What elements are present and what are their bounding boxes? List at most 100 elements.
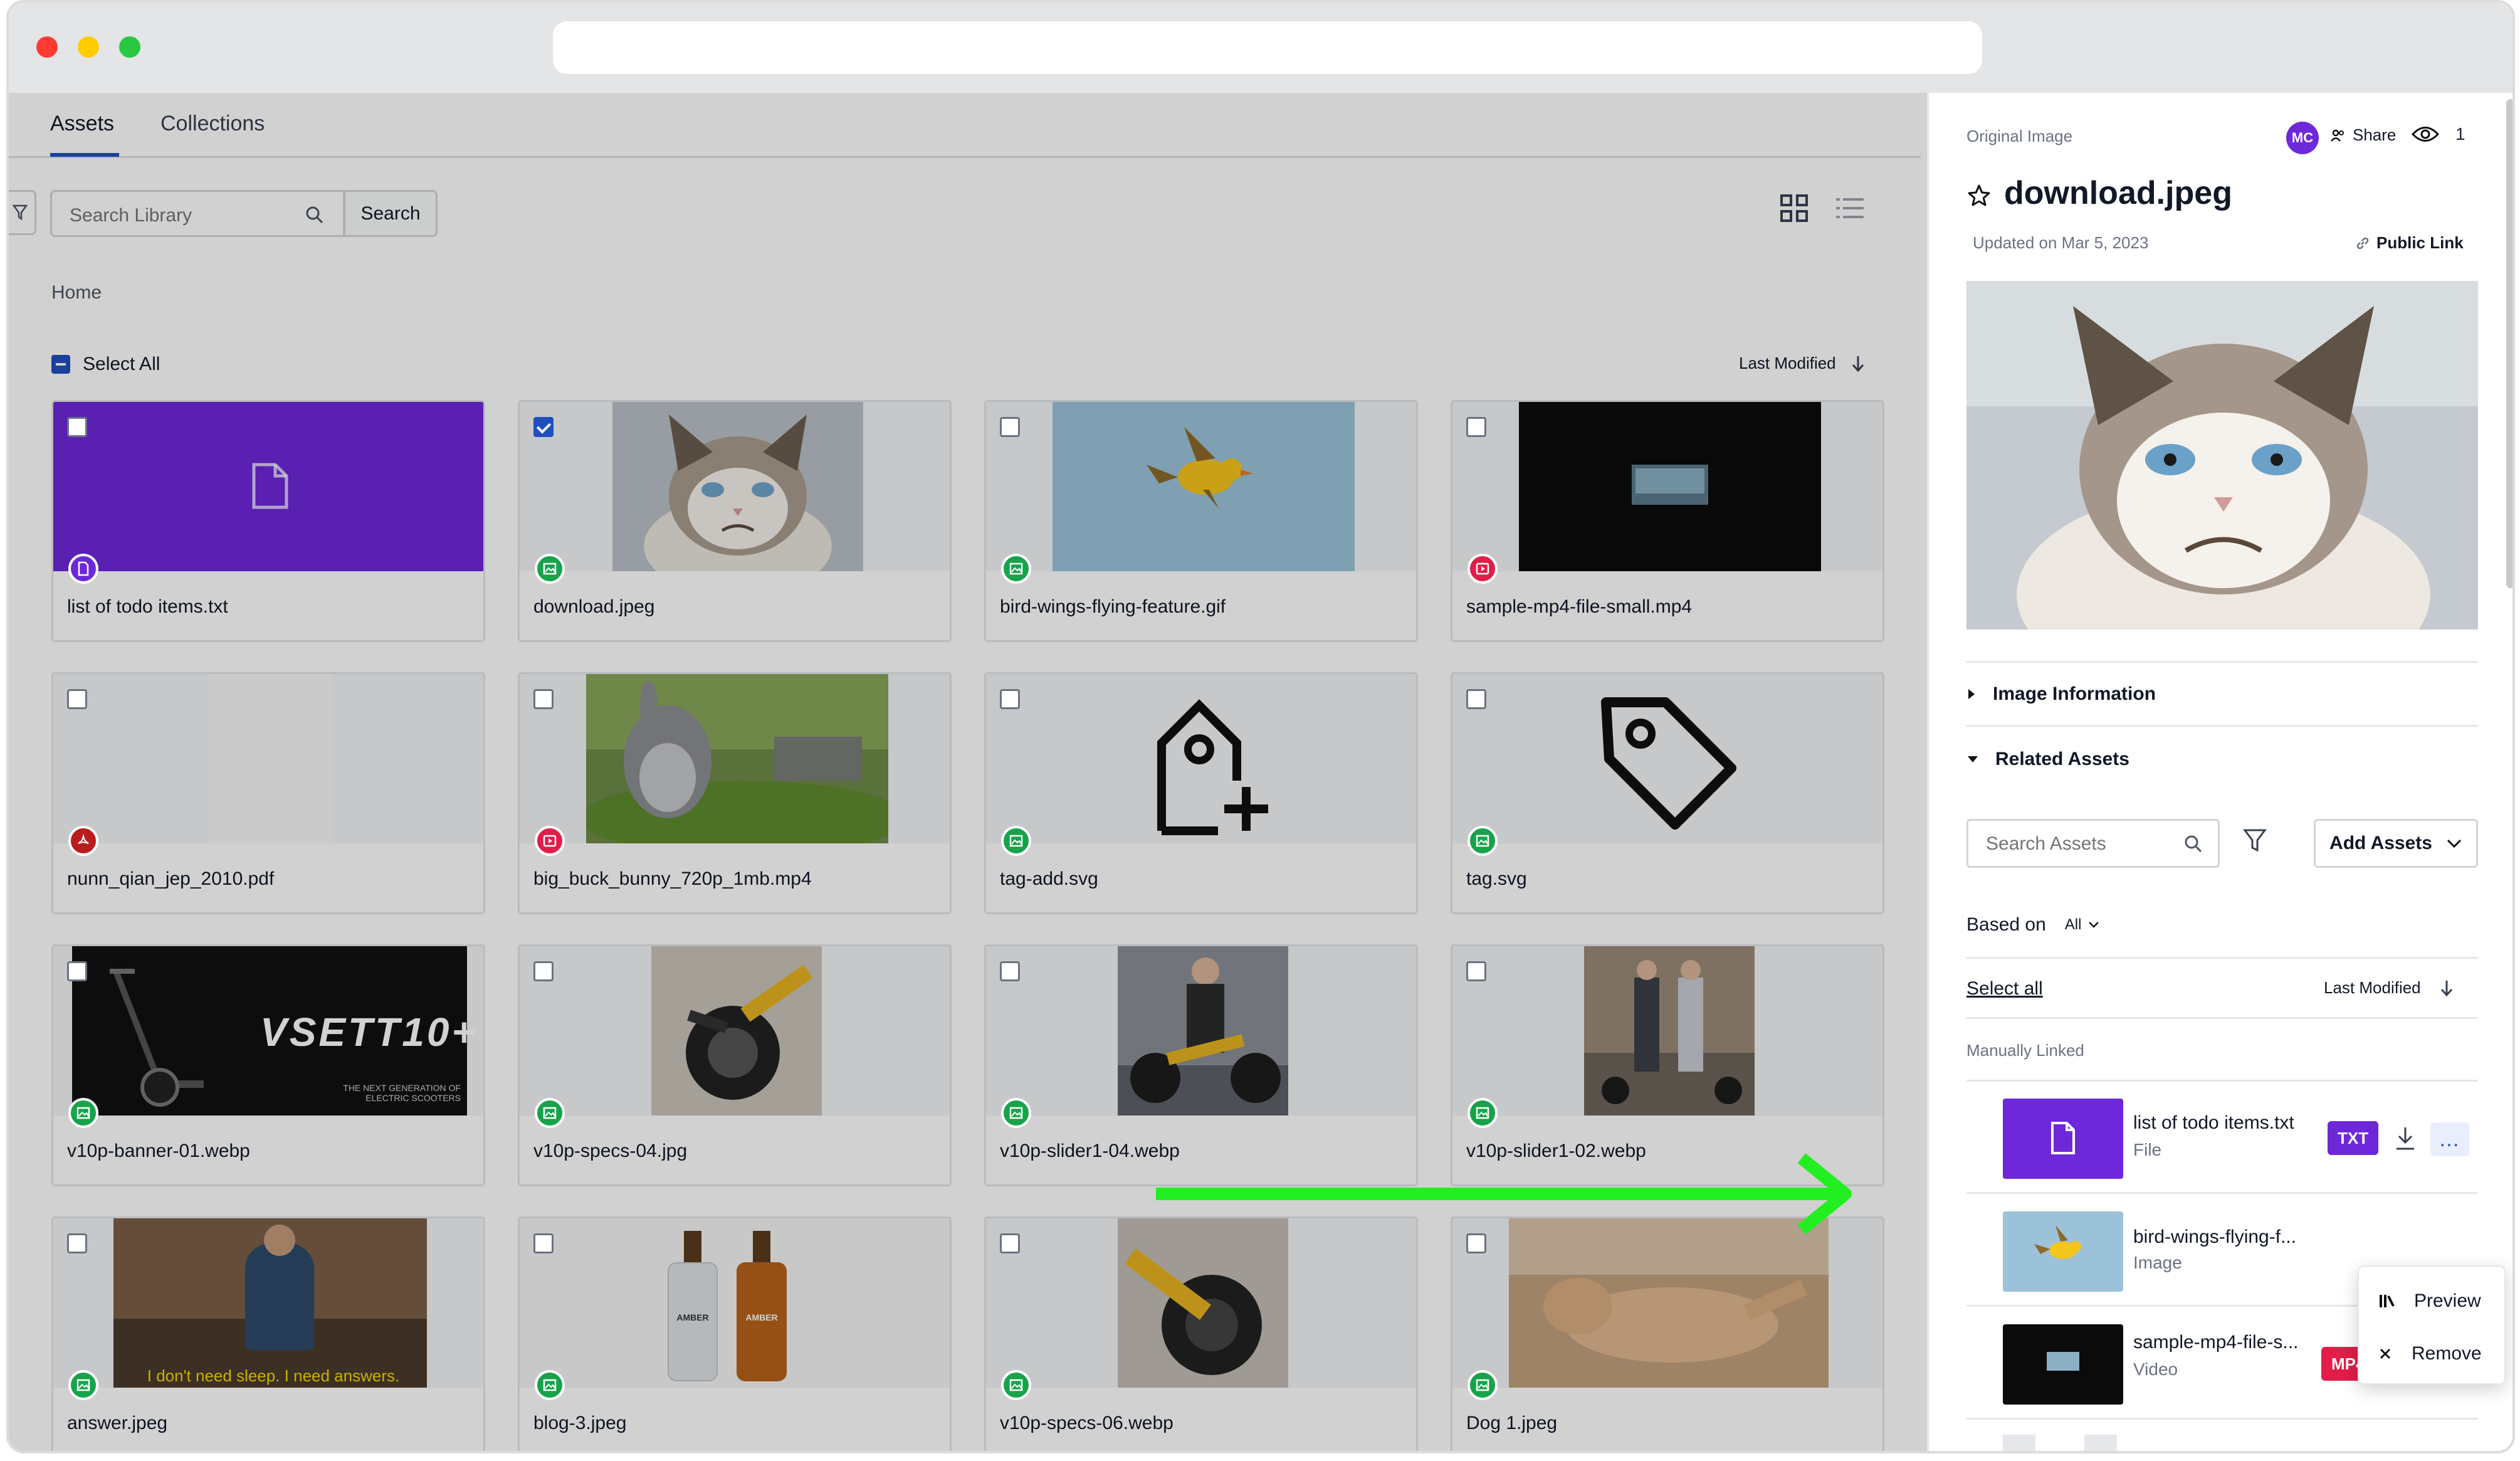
video-type-icon [1467,554,1498,584]
asset-checkbox[interactable] [1000,1233,1020,1253]
asset-card[interactable]: v10p-specs-04.jpg [518,944,952,1186]
asset-checkbox[interactable] [67,961,87,981]
asset-card[interactable]: v10p-specs-06.webp [984,1216,1418,1451]
manually-linked-label: Manually Linked [1966,1041,2084,1060]
related-asset-type: Video [2133,1359,2178,1379]
search-button[interactable]: Search [344,190,438,237]
asset-checkbox[interactable] [1466,961,1486,981]
caret-right-icon [1968,689,1975,699]
link-icon [2356,237,2369,249]
detail-kicker: Original Image [1966,127,2073,145]
grid-view-icon[interactable] [1779,193,1809,223]
related-search-field[interactable] [1966,819,2220,868]
banner-image: VSETT10+ THE NEXT GENERATION OF ELECTRIC… [72,946,475,1116]
preview-icon [2380,1295,2395,1307]
tab-bar: Assets Collections [9,93,1921,158]
asset-preview-image [1966,281,2478,630]
select-all-checkbox[interactable]: Select All [51,354,160,375]
based-on-dropdown[interactable]: All [2065,916,2101,934]
menu-item-remove[interactable]: Remove [2378,1343,2482,1364]
arrow-down-icon [1852,356,1864,372]
divider [1966,957,2478,959]
asset-card[interactable]: bird-wings-flying-feature.gif [984,400,1418,642]
asset-checkbox[interactable] [533,1233,554,1253]
image-type-icon [1467,1098,1498,1128]
image-type-icon [535,1370,565,1400]
image-type-icon [1001,554,1031,584]
asset-checkbox[interactable] [533,689,554,709]
subtitle-caption: I don't need sleep. I need answers. [147,1366,400,1385]
related-asset-name: bird-wings-flying-f... [2133,1226,2297,1247]
breadcrumb[interactable]: Home [51,282,102,303]
image-type-icon [1467,826,1498,856]
asset-checkbox[interactable] [1000,417,1020,437]
minimize-window-button[interactable] [78,36,99,58]
asset-card[interactable]: nunn_qian_jep_2010.pdf [51,672,485,914]
asset-card[interactable]: VSETT10+ THE NEXT GENERATION OF ELECTRIC… [51,944,485,1186]
asset-checkbox[interactable] [1466,417,1486,437]
divider [1966,725,2478,727]
riders-photo [1584,946,1755,1116]
asset-name: Dog 1.jpeg [1466,1413,1558,1433]
asset-card[interactable]: tag.svg [1451,672,1884,914]
related-search-input[interactable] [1986,833,2174,855]
pdf-type-icon [68,826,98,856]
image-information-toggle[interactable]: Image Information [1966,683,2156,705]
based-on-filter: Based on All [1966,914,2100,936]
library-search-input[interactable] [70,203,295,228]
file-icon [252,463,288,509]
menu-item-preview[interactable]: Preview [2378,1290,2481,1312]
list-view-icon[interactable] [1834,193,1866,223]
sort-dropdown[interactable]: Last Modified [1739,354,1865,373]
address-bar[interactable] [553,21,1982,74]
public-link-label: Public Link [2376,233,2464,252]
asset-card[interactable]: AMBER AMBER blog-3.jpeg [518,1216,952,1451]
avatar[interactable]: MC [2286,122,2319,154]
panel-scrollbar[interactable] [2506,99,2512,588]
star-icon[interactable] [1966,183,1992,208]
related-sort-dropdown[interactable]: Last Modified [2324,978,2454,998]
asset-card[interactable]: v10p-slider1-02.webp [1451,944,1884,1186]
related-asset-thumbnail-partial [2084,1435,2117,1451]
asset-card[interactable]: I don't need sleep. I need answers. answ… [51,1216,485,1451]
related-assets-toggle[interactable]: Related Assets [1966,749,2129,770]
asset-checkbox[interactable] [1466,689,1486,709]
related-select-all-link[interactable]: Select all [1966,978,2043,999]
tab-assets[interactable]: Assets [50,112,114,136]
tab-collections[interactable]: Collections [160,112,265,136]
asset-card[interactable]: sample-mp4-file-small.mp4 [1451,400,1884,642]
asset-thumbnail [986,674,1416,843]
filter-toggle-button[interactable] [9,190,36,235]
asset-checkbox[interactable] [67,689,87,709]
asset-thumbnail: VSETT10+ THE NEXT GENERATION OF ELECTRIC… [53,946,483,1116]
banner-brand-text: VSETT10+ [260,1010,478,1055]
zoom-window-button[interactable] [119,36,140,58]
asset-checkbox[interactable] [67,417,87,437]
close-window-button[interactable] [36,36,58,58]
asset-checkbox[interactable] [1000,961,1020,981]
asset-card[interactable]: big_buck_bunny_720p_1mb.mp4 [518,672,952,914]
asset-checkbox[interactable] [1000,689,1020,709]
add-assets-label: Add Assets [2329,833,2432,853]
asset-card[interactable]: v10p-slider1-04.webp [984,944,1418,1186]
asset-thumbnail: AMBER AMBER [520,1218,950,1388]
users-icon [2331,129,2344,142]
share-button[interactable]: Share [2330,125,2396,145]
related-asset-row[interactable]: list of todo items.txt File TXT … [1966,1084,2478,1194]
asset-checkbox[interactable] [533,961,554,981]
asset-card[interactable]: download.jpeg [518,400,952,642]
asset-card[interactable]: list of todo items.txt [51,400,485,642]
asset-checkbox[interactable] [533,417,554,437]
viewers-counter[interactable]: 1 [2412,124,2465,144]
public-link-button[interactable]: Public Link [2355,233,2464,253]
library-search-field[interactable] [50,190,345,237]
add-assets-dropdown[interactable]: Add Assets [2314,819,2478,868]
asset-checkbox[interactable] [67,1233,87,1253]
asset-card[interactable]: tag-add.svg [984,672,1418,914]
filter-icon[interactable] [2242,826,2267,854]
asset-thumbnail [986,946,1416,1116]
asset-card[interactable]: Dog 1.jpeg [1451,1216,1884,1451]
more-options-button[interactable]: … [2430,1122,2469,1156]
download-icon[interactable] [2393,1122,2418,1154]
asset-name: answer.jpeg [67,1413,168,1433]
